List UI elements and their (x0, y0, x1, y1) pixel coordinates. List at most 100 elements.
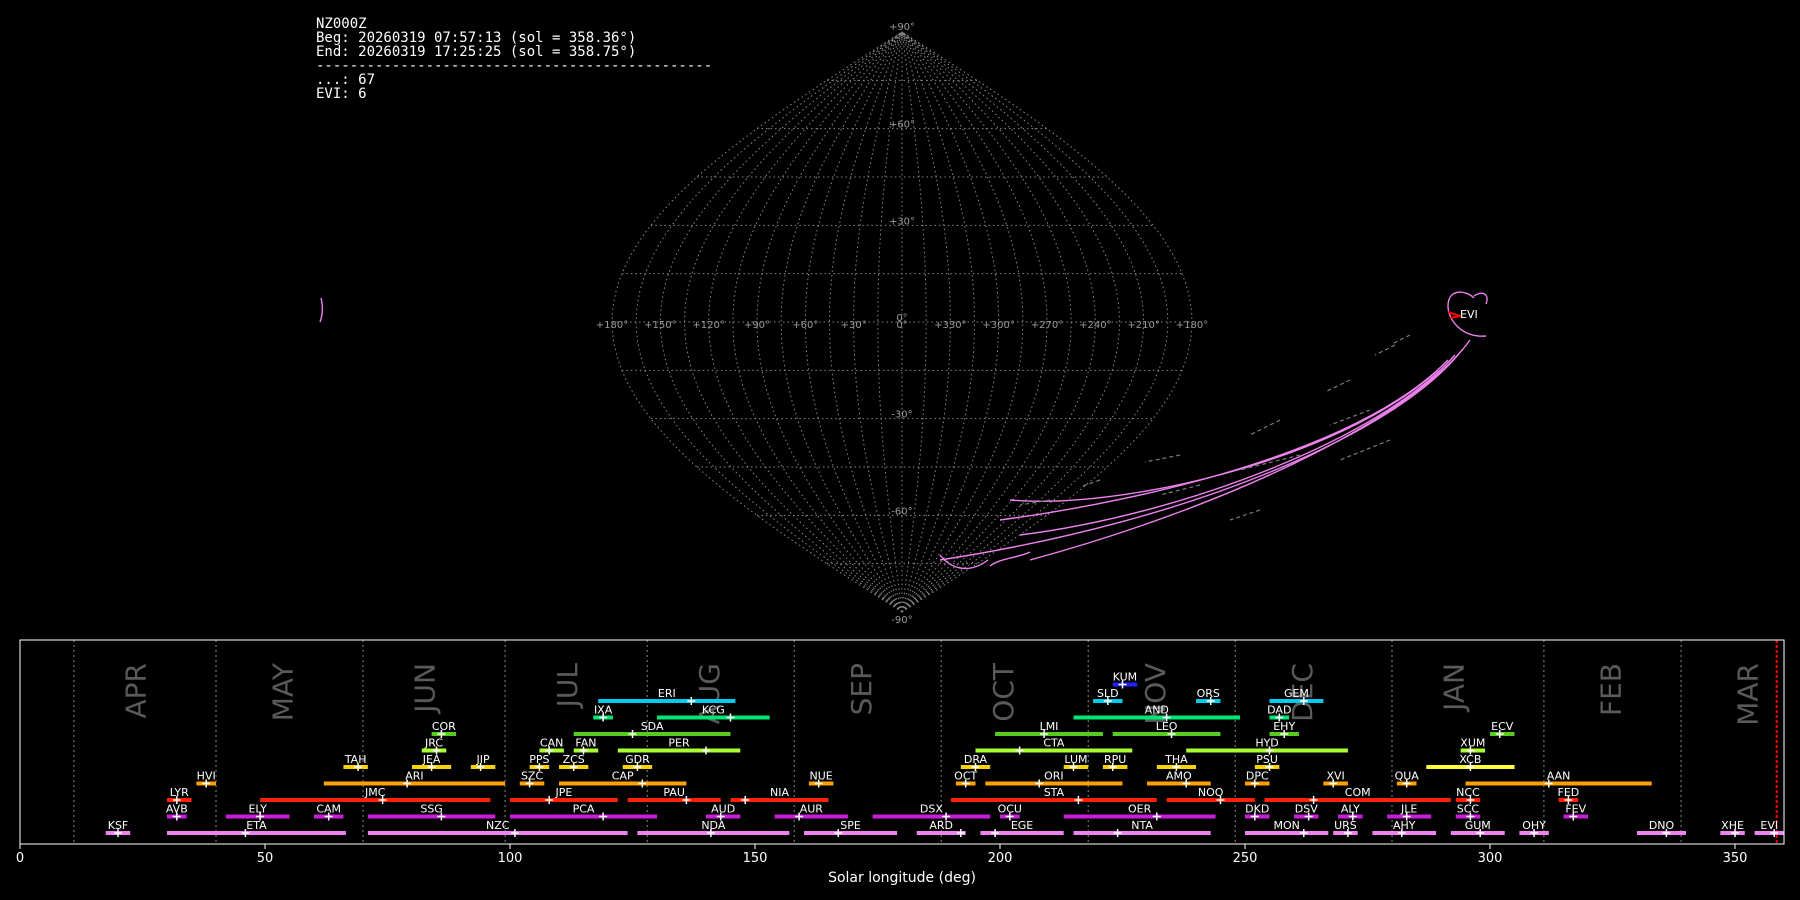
shower-tah: TAH (343, 753, 368, 771)
shower-code-label: AND (1145, 704, 1169, 717)
shower-kcg: KCG (657, 704, 770, 722)
shower-fan: FAN (573, 737, 599, 755)
shower-code-label: XCB (1459, 753, 1481, 766)
shower-code-label: GEM (1284, 687, 1309, 700)
shower-code-label: MON (1273, 819, 1299, 832)
shower-code-label: URS (1334, 819, 1357, 832)
shower-sta: STA (951, 786, 1157, 804)
shower-nda: NDA (637, 819, 790, 837)
shower-aan: AAN (1465, 770, 1652, 788)
shower-code-label: OCT (954, 770, 977, 783)
shower-cam: CAM (314, 803, 344, 821)
shower-aur: AUR (774, 803, 849, 821)
shower-code-label: NCC (1456, 786, 1480, 799)
shower-code-label: ETA (246, 819, 267, 832)
shower-psu: PSU (1254, 753, 1280, 771)
shower-code-label: COR (432, 720, 456, 733)
shower-code-label: KCG (702, 704, 725, 717)
shower-code-label: PCA (573, 803, 595, 816)
shower-jea: JEA (412, 753, 452, 771)
shower-code-label: SPE (840, 819, 861, 832)
shower-bars: KSF ETA NZC NDA SPE ARD EGE NTA MON URS AHY GUM OHY D… (105, 640, 1784, 844)
shower-com: COM (1264, 786, 1451, 804)
shower-code-label: NUE (810, 770, 833, 783)
shower-code-label: JLE (1400, 803, 1417, 816)
shower-nue: NUE (808, 770, 834, 788)
shower-code-label: LMI (1040, 720, 1059, 733)
shower-ksf: KSF (105, 819, 131, 837)
shower-ard: ARD (916, 819, 966, 837)
shower-code-label: COM (1345, 786, 1371, 799)
shower-code-label: AAN (1547, 770, 1571, 783)
shower-code-label: JPE (554, 786, 572, 799)
shower-code-label: DRA (964, 753, 988, 766)
shower-code-label: OHY (1522, 819, 1546, 832)
shower-code-label: DSX (920, 803, 943, 816)
shower-dra: DRA (960, 753, 991, 771)
shower-code-label: EHY (1273, 720, 1295, 733)
shower-jpe: JPE (510, 786, 618, 804)
x-tick-label: 200 (988, 851, 1013, 866)
shower-code-label: NOO (1198, 786, 1224, 799)
shower-jmc: JMC (260, 786, 491, 804)
shower-cor: COR (431, 720, 456, 738)
shower-code-label: ARI (405, 770, 423, 783)
shower-ncc: NCC (1455, 786, 1481, 804)
shower-code-label: GDR (625, 753, 650, 766)
shower-ohy: OHY (1519, 819, 1549, 837)
shower-code-label: FED (1558, 786, 1580, 799)
shower-cap: CAP (559, 770, 687, 788)
shower-code-label: IXA (594, 704, 613, 717)
shower-jle: JLE (1387, 803, 1432, 821)
shower-xcb: XCB (1426, 753, 1515, 771)
shower-code-label: ALY (1341, 803, 1360, 816)
shower-code-label: SSG (420, 803, 443, 816)
month-label: FEB (1595, 663, 1628, 716)
x-tick-label: 150 (743, 851, 768, 866)
shower-gum: GUM (1450, 819, 1505, 837)
shower-code-label: PER (668, 737, 690, 750)
shower-xhe: XHE (1720, 819, 1745, 837)
shower-spe: SPE (804, 819, 898, 837)
shower-zcs: ZCS (559, 753, 589, 771)
shower-code-label: ECV (1491, 720, 1514, 733)
shower-cta: CTA (975, 737, 1133, 755)
shower-code-label: ZCS (563, 753, 585, 766)
shower-code-label: AUD (711, 803, 735, 816)
shower-code-label: OCU (998, 803, 1022, 816)
shower-nzc: NZC (367, 819, 628, 837)
shower-gdr: GDR (622, 753, 653, 771)
shower-code-label: AVB (166, 803, 188, 816)
shower-aud: AUD (706, 803, 741, 821)
shower-code-label: CTA (1043, 737, 1065, 750)
shower-ahy: AHY (1372, 819, 1437, 837)
shower-code-label: AUR (800, 803, 824, 816)
month-label: JUL (551, 663, 584, 710)
shower-code-label: CAM (316, 803, 341, 816)
shower-code-label: GUM (1465, 819, 1491, 832)
shower-code-label: LUM (1064, 753, 1087, 766)
shower-code-label: PSU (1256, 753, 1278, 766)
shower-code-label: NIA (770, 786, 789, 799)
shower-ehy: EHY (1269, 720, 1299, 738)
shower-ecv: ECV (1490, 720, 1515, 738)
shower-code-label: DPC (1246, 770, 1269, 783)
shower-code-label: TAH (344, 753, 367, 766)
shower-dsv: DSV (1294, 803, 1319, 821)
x-tick-label: 250 (1233, 851, 1258, 866)
shower-evi: EVI (1754, 819, 1784, 837)
shower-ely: ELY (225, 803, 290, 821)
shower-code-label: RPU (1104, 753, 1126, 766)
shower-code-label: SLD (1097, 687, 1119, 700)
shower-code-label: JIP (475, 753, 489, 766)
shower-code-label: THA (1164, 753, 1188, 766)
shower-oct: OCT (954, 770, 978, 788)
shower-ege: EGE (980, 819, 1064, 837)
shower-szc: SZC (519, 770, 545, 788)
shower-jip: JIP (470, 753, 496, 771)
x-tick-label: 50 (257, 851, 274, 866)
shower-code-label: DSV (1295, 803, 1318, 816)
shower-code-label: NZC (486, 819, 510, 832)
shower-hvi: HVI (196, 770, 216, 788)
shower-ocu: OCU (998, 803, 1022, 821)
